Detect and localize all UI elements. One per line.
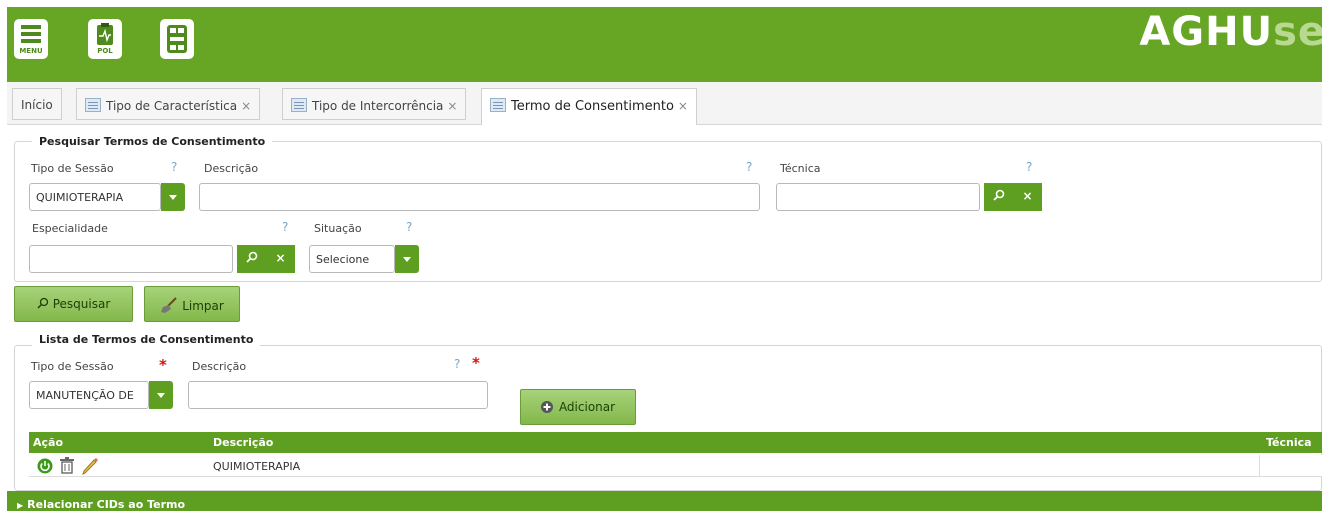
pol-button[interactable]: POL [88,19,122,59]
tecnica-input[interactable] [776,183,980,211]
menu-button[interactable]: MENU [14,19,48,59]
descricao-input[interactable] [188,381,488,409]
row-descricao: QUIMIOTERAPIA [213,460,301,473]
tab-label: Termo de Consentimento [511,99,674,114]
table-icon [490,98,506,112]
tab-tipo-caracteristica[interactable]: Tipo de Característica × [76,88,261,120]
add-icon [540,401,553,413]
close-icon[interactable]: × [447,99,457,113]
descricao-label: Descrição [204,162,259,175]
tab-tipo-intercorrencia[interactable]: Tipo de Intercorrência × [282,88,467,120]
tree-button[interactable] [160,19,194,59]
adicionar-label: Adicionar [558,400,616,414]
help-icon[interactable]: ? [746,160,752,174]
required-icon: * [472,354,480,372]
help-icon[interactable]: ? [282,220,288,234]
list-legend: Lista de Termos de Consentimento [32,333,261,346]
chevron-right-icon: ▶ [17,501,24,510]
close-icon[interactable]: × [241,99,251,113]
adicionar-button[interactable]: Adicionar [520,389,636,425]
table-row[interactable]: QUIMIOTERAPIA [29,455,1322,477]
search-icon [245,251,257,263]
pesquisar-button[interactable]: Pesquisar [14,286,133,322]
row-tecnica [1259,455,1322,477]
tab-bar: Início Tipo de Característica × Tipo de I… [7,82,1322,125]
menu-label: MENU [19,47,43,55]
chevron-down-icon[interactable] [149,381,173,409]
pol-label: POL [97,47,113,55]
situacao-select[interactable]: Selecione [309,245,395,273]
especialidade-clear-button[interactable]: × [266,245,295,273]
column-header-acao[interactable]: Ação [33,436,63,449]
descricao-input[interactable] [199,183,760,211]
trash-icon[interactable] [59,457,75,474]
tecnica-search-button[interactable] [984,183,1013,211]
tab-label: Início [21,98,53,112]
help-icon[interactable]: ? [406,220,412,234]
pencil-icon[interactable] [81,457,99,475]
limpar-button[interactable]: Limpar [144,286,240,322]
required-icon: * [159,356,167,374]
especialidade-label: Especialidade [32,222,108,235]
table-header: Ação Descrição Técnica [29,432,1322,453]
tecnica-label: Técnica [780,162,821,175]
chevron-down-icon[interactable] [161,183,185,211]
close-icon[interactable]: × [678,99,688,113]
help-icon[interactable]: ? [171,160,177,174]
column-header-descricao[interactable]: Descrição [213,436,273,449]
top-bar: MENU POL AGHUse [7,7,1322,82]
tab-label: Tipo de Característica [106,99,238,113]
tecnica-clear-button[interactable]: × [1013,183,1042,211]
tab-termo-consentimento[interactable]: Termo de Consentimento × [481,88,697,125]
descricao-label: Descrição [192,360,247,373]
tipo-sessao-select[interactable]: QUIMIOTERAPIA [29,183,161,211]
help-icon[interactable]: ? [1026,160,1032,174]
search-legend: Pesquisar Termos de Consentimento [32,135,273,148]
search-icon [992,189,1004,201]
tipo-sessao-select[interactable]: MANUTENÇÃO DE [29,381,149,409]
pesquisar-label: Pesquisar [52,297,111,311]
tipo-sessao-label: Tipo de Sessão [31,162,114,175]
especialidade-input[interactable] [29,245,233,273]
table-icon [291,98,307,112]
broom-icon [161,297,177,313]
tab-inicio[interactable]: Início [12,88,62,120]
tipo-sessao-label: Tipo de Sessão [31,360,114,373]
help-icon[interactable]: ? [454,357,460,371]
table-icon [85,98,101,112]
column-header-tecnica[interactable]: Técnica [1266,436,1312,449]
aghuse-logo: AGHUse [1139,9,1322,55]
chevron-down-icon[interactable] [395,245,419,273]
relacionar-cids-label: Relacionar CIDs ao Termo [27,498,186,511]
tree-structure-icon [167,25,187,53]
power-icon[interactable] [37,458,53,474]
especialidade-search-button[interactable] [237,245,266,273]
limpar-label: Limpar [182,299,224,313]
tab-label: Tipo de Intercorrência [312,99,444,113]
situacao-label: Situação [314,222,362,235]
relacionar-cids-panel[interactable]: ▶ Relacionar CIDs ao Termo [7,491,1322,511]
search-icon [37,297,48,309]
